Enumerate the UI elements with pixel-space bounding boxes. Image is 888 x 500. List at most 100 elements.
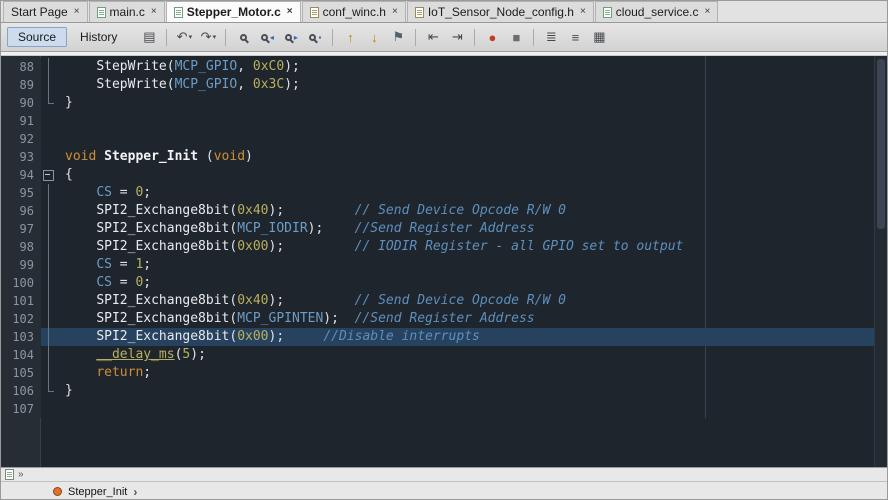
code-line[interactable]: 98 SPI2_Exchange8bit(0x00); // IODIR Reg… [1, 238, 887, 256]
stop-macro-icon[interactable]: ■ [505, 26, 527, 48]
shift-right-icon[interactable]: ⇥ [446, 26, 468, 48]
toolbar-separator [332, 29, 333, 46]
toggle-highlight-search-icon[interactable]: ▪ [304, 26, 326, 48]
code-line[interactable]: 99 CS = 1; [1, 256, 887, 274]
line-number[interactable]: 95 [1, 184, 41, 202]
close-icon[interactable]: × [74, 7, 80, 17]
code-editor[interactable]: 88 StepWrite(MCP_GPIO, 0xC0);89 StepWrit… [1, 56, 887, 467]
code-line[interactable]: 97 SPI2_Exchange8bit(MCP_IODIR); //Send … [1, 220, 887, 238]
chevron-double-icon[interactable]: » [18, 470, 24, 480]
breadcrumb-item[interactable]: Stepper_Init [68, 486, 127, 498]
toolbar-separator [166, 29, 167, 46]
fold-toggle-icon[interactable] [41, 166, 57, 184]
close-icon[interactable]: × [392, 7, 398, 17]
tab-cloud-service-c[interactable]: cloud_service.c × [595, 1, 719, 22]
line-number[interactable]: 92 [1, 130, 41, 148]
line-number[interactable]: 93 [1, 148, 41, 166]
line-number[interactable]: 100 [1, 274, 41, 292]
line-number[interactable]: 88 [1, 58, 41, 76]
code-text: CS = 1; [57, 256, 151, 274]
code-text [57, 400, 65, 418]
uncomment-icon[interactable]: ≡ [564, 26, 586, 48]
line-number[interactable]: 102 [1, 310, 41, 328]
ide-window: Start Page×main.c×Stepper_Motor.c×conf_w… [0, 0, 888, 500]
tab-label: cloud_service.c [616, 5, 699, 19]
line-number[interactable]: 90 [1, 94, 41, 112]
code-text: SPI2_Exchange8bit(MCP_IODIR); //Send Reg… [57, 220, 535, 238]
code-line[interactable]: 100 CS = 0; [1, 274, 887, 292]
c-file-icon [174, 7, 183, 18]
fold-guide [41, 364, 57, 382]
vertical-scrollbar[interactable] [874, 56, 887, 467]
line-number[interactable]: 104 [1, 346, 41, 364]
tab-label: Stepper_Motor.c [187, 5, 281, 19]
line-number[interactable]: 99 [1, 256, 41, 274]
breadcrumb: Stepper_Init › [1, 481, 887, 500]
source-button[interactable]: Source [7, 27, 67, 47]
code-line[interactable]: 102 SPI2_Exchange8bit(MCP_GPINTEN); //Se… [1, 310, 887, 328]
previous-bookmark-icon[interactable]: ↑ [339, 26, 361, 48]
tab-stepper-motor-c[interactable]: Stepper_Motor.c × [166, 1, 301, 22]
comment-icon[interactable]: ≣ [540, 26, 562, 48]
line-number[interactable]: 98 [1, 238, 41, 256]
code-text: __delay_ms(5); [57, 346, 206, 364]
line-number[interactable]: 97 [1, 220, 41, 238]
code-line[interactable]: 106} [1, 382, 887, 400]
scrollbar-thumb[interactable] [877, 59, 885, 229]
history-button[interactable]: History [69, 27, 128, 47]
tab-main-c[interactable]: main.c× [89, 1, 165, 22]
line-number[interactable]: 96 [1, 202, 41, 220]
code-line[interactable]: 96 SPI2_Exchange8bit(0x40); // Send Devi… [1, 202, 887, 220]
fold-guide [41, 58, 57, 76]
tab-conf-winc-h[interactable]: conf_winc.h× [302, 1, 406, 22]
line-number[interactable]: 94 [1, 166, 41, 184]
code-line[interactable]: 107 [1, 400, 887, 418]
code-line[interactable]: 88 StepWrite(MCP_GPIO, 0xC0); [1, 58, 887, 76]
tab-iot-sensor-node-config-h[interactable]: IoT_Sensor_Node_config.h × [407, 1, 594, 22]
editor-tabbar: Start Page×main.c×Stepper_Motor.c×conf_w… [1, 1, 887, 23]
shift-left-icon[interactable]: ⇤ [422, 26, 444, 48]
page-icon[interactable] [5, 469, 14, 480]
find-selection-icon[interactable] [232, 26, 254, 48]
code-line[interactable]: 91 [1, 112, 887, 130]
code-text: SPI2_Exchange8bit(0x00); // IODIR Regist… [57, 238, 683, 256]
code-line[interactable]: 104 __delay_ms(5); [1, 346, 887, 364]
code-line[interactable]: 94 { [1, 166, 887, 184]
close-icon[interactable]: × [580, 7, 586, 17]
code-line[interactable]: 95 CS = 0; [1, 184, 887, 202]
toolbar-separator [474, 29, 475, 46]
fold-guide [41, 94, 57, 112]
code-text: { [57, 166, 73, 184]
forward-icon[interactable]: ↷▾ [197, 26, 219, 48]
find-previous-occurrence-icon[interactable]: ◂ [256, 26, 278, 48]
next-bookmark-icon[interactable]: ↓ [363, 26, 385, 48]
line-number[interactable]: 106 [1, 382, 41, 400]
editor-macros-icon[interactable]: ▦ [588, 26, 610, 48]
code-line[interactable]: 101 SPI2_Exchange8bit(0x40); // Send Dev… [1, 292, 887, 310]
toggle-bookmark-icon[interactable]: ⚑ [387, 26, 409, 48]
code-line[interactable]: 90} [1, 94, 887, 112]
line-number[interactable]: 91 [1, 112, 41, 130]
line-number[interactable]: 103 [1, 328, 41, 346]
back-icon[interactable]: ↶▾ [173, 26, 195, 48]
code-text: } [57, 382, 73, 400]
fold-guide [41, 220, 57, 238]
line-number[interactable]: 89 [1, 76, 41, 94]
close-icon[interactable]: × [705, 7, 711, 17]
tab-label: Start Page [11, 5, 68, 19]
code-line[interactable]: 103 SPI2_Exchange8bit(0x00); //Disable i… [1, 328, 887, 346]
close-icon[interactable]: × [287, 7, 293, 17]
tab-label: IoT_Sensor_Node_config.h [428, 5, 574, 19]
line-number[interactable]: 105 [1, 364, 41, 382]
close-icon[interactable]: × [151, 7, 157, 17]
line-number[interactable]: 107 [1, 400, 41, 418]
code-line[interactable]: 105 return; [1, 364, 887, 382]
record-macro-icon[interactable]: ● [481, 26, 503, 48]
line-number[interactable]: 101 [1, 292, 41, 310]
code-line[interactable]: 93void Stepper_Init (void) [1, 148, 887, 166]
code-line[interactable]: 89 StepWrite(MCP_GPIO, 0x3C); [1, 76, 887, 94]
find-next-occurrence-icon[interactable]: ▸ [280, 26, 302, 48]
code-line[interactable]: 92 [1, 130, 887, 148]
tab-start-page[interactable]: Start Page × [3, 1, 88, 22]
last-edit-icon[interactable]: ▤ [138, 26, 160, 48]
